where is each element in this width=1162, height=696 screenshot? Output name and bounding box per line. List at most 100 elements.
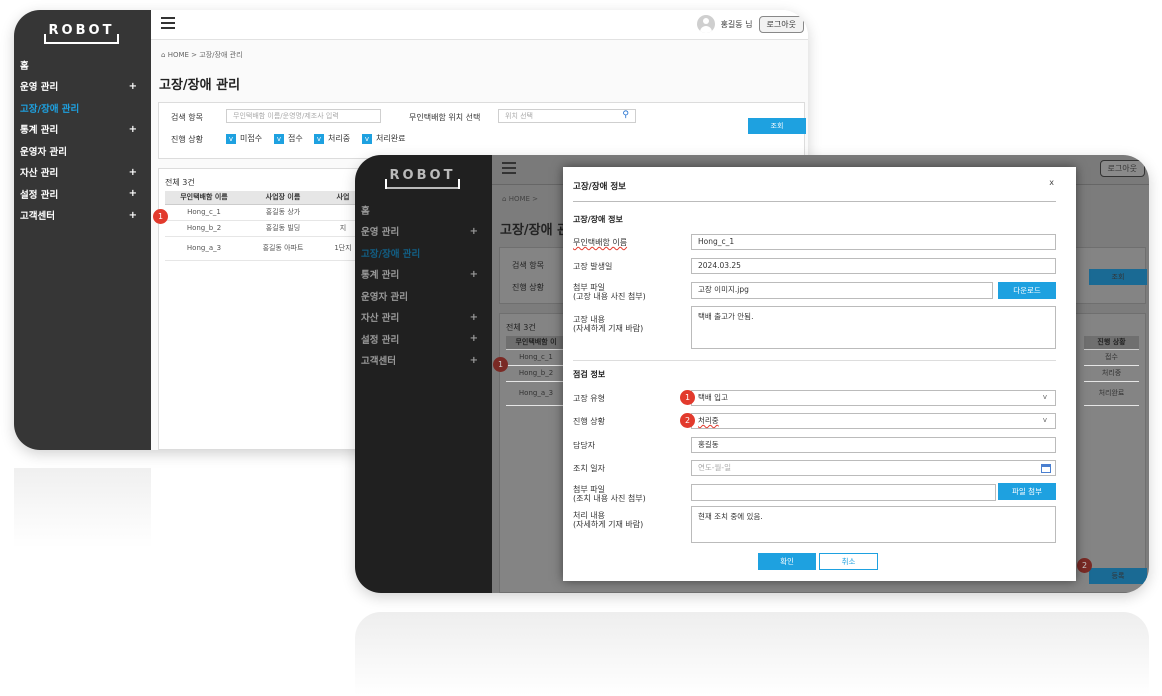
check-completed[interactable]: v 처리완료	[362, 133, 405, 144]
checkbox-checked-icon: v	[314, 133, 324, 144]
action-file-field[interactable]	[691, 484, 996, 501]
logout-button[interactable]: 로그아웃	[1099, 160, 1145, 177]
download-button[interactable]: 다운로드	[998, 282, 1056, 299]
table-row[interactable]: Hong_a_3	[506, 381, 566, 406]
expand-icon: +	[469, 311, 478, 323]
failure-date-field[interactable]: 2024.03.25	[691, 258, 1056, 274]
sidebar-item-assets[interactable]: 자산 관리 +	[361, 307, 486, 329]
sidebar-item-home[interactable]: 홈	[20, 54, 145, 76]
table-row[interactable]: Hong_b_2	[506, 365, 566, 382]
progress-status-value: 처리중	[698, 416, 719, 425]
foreground-screen: ROBOT 홈 운영 관리 + 고장/장애 관리 통계 관리 + 운영자 관리 자산…	[355, 155, 1149, 593]
sidebar-item-operators[interactable]: 운영자 관리	[20, 140, 145, 162]
check-received[interactable]: v 접수	[274, 133, 303, 144]
chevron-down-icon: v	[1042, 393, 1047, 401]
calendar-icon[interactable]	[1041, 464, 1051, 473]
expand-icon: +	[469, 268, 478, 280]
user-name: 홍길동 님	[720, 19, 753, 29]
search-button[interactable]: 조회	[1089, 269, 1147, 285]
hamburger-menu-icon[interactable]	[502, 162, 516, 174]
content-label-line1: 고장 내용	[573, 315, 605, 324]
sidebar-item-support[interactable]: 고객센터 +	[361, 350, 486, 372]
check-label: 처리중	[328, 134, 351, 143]
table-cell: Hong_c_1	[165, 204, 243, 221]
expand-icon: +	[469, 225, 478, 237]
table-row[interactable]: Hong_c_1 홍길동 상가	[165, 204, 363, 221]
total-count: 전체 3건	[506, 323, 536, 332]
check-processing[interactable]: v 처리중	[314, 133, 350, 144]
sidebar-item-statistics[interactable]: 통계 관리 +	[361, 264, 486, 286]
locker-name-field[interactable]: Hong_c_1	[691, 234, 1056, 250]
breadcrumb-home[interactable]: HOME	[509, 195, 530, 203]
sidebar-item-failure[interactable]: 고장/장애 관리	[361, 242, 486, 264]
sidebar-item-operation[interactable]: 운영 관리 +	[361, 221, 486, 243]
table-row[interactable]: Hong_c_1	[506, 349, 566, 366]
status-label: 진행 상황	[573, 417, 605, 426]
breadcrumb-separator: >	[532, 195, 539, 203]
check-not-received[interactable]: v 미접수	[226, 133, 262, 144]
action-content-label: 처리 내용 (자세하게 기재 바람)	[573, 511, 643, 529]
register-button[interactable]: 등록	[1089, 568, 1147, 584]
action-date-field[interactable]: 연도-월-일	[691, 460, 1056, 476]
progress-status-select[interactable]: 처리중 v	[691, 413, 1056, 429]
confirm-button[interactable]: 확인	[758, 553, 816, 570]
breadcrumb: ⌂ HOME > 고장/장애 관리	[161, 50, 243, 60]
sidebar-item-support[interactable]: 고객센터 +	[20, 205, 145, 227]
table-row[interactable]: 접수	[1084, 349, 1139, 366]
close-icon[interactable]: x	[1049, 178, 1054, 187]
search-icon[interactable]: ⚲	[622, 109, 629, 121]
user-avatar-icon	[696, 15, 715, 33]
sidebar-item-failure[interactable]: 고장/장애 관리	[20, 97, 145, 119]
logout-button[interactable]: 로그아웃	[758, 15, 804, 33]
sidebar-item-settings[interactable]: 설정 관리 +	[20, 183, 145, 205]
action-date-placeholder: 연도-월-일	[698, 463, 732, 472]
breadcrumb-home[interactable]: HOME	[168, 51, 189, 59]
failure-type-select[interactable]: 택배 입고 v	[691, 390, 1056, 406]
total-count: 전체 3건	[165, 178, 195, 187]
breadcrumb-current: 고장/장애 관리	[199, 51, 243, 59]
check-label: 처리완료	[376, 134, 406, 143]
cancel-button[interactable]: 취소	[819, 553, 878, 570]
breadcrumb: ⌂ HOME >	[502, 195, 538, 203]
action-date-label: 조치 일자	[573, 464, 605, 473]
action-file-label-line2: (조치 내용 사진 첨부)	[573, 494, 646, 503]
hamburger-menu-icon[interactable]	[161, 17, 175, 29]
failure-content-field[interactable]: 택배 출고가 안됨.	[691, 306, 1056, 349]
table-row[interactable]: 처리완료	[1084, 381, 1139, 406]
column-header: 무인택배함 이름	[165, 191, 243, 205]
failure-type-value: 택배 입고	[698, 393, 728, 402]
step-badge-1: 1	[493, 357, 508, 372]
breadcrumb-separator: >	[191, 51, 198, 59]
sidebar: ROBOT 홈 운영 관리 + 고장/장애 관리 통계 관리 + 운영자 관리 자산…	[355, 155, 492, 593]
sidebar-item-statistics[interactable]: 통계 관리 +	[20, 119, 145, 141]
sidebar-item-assets[interactable]: 자산 관리 +	[20, 162, 145, 184]
date-label: 고장 발생일	[573, 262, 613, 271]
expand-icon: +	[469, 333, 478, 345]
checkbox-checked-icon: v	[226, 133, 236, 144]
sidebar-item-settings[interactable]: 설정 관리 +	[361, 328, 486, 350]
type-label: 고장 유형	[573, 394, 605, 403]
column-header: 사업장 이름	[243, 191, 323, 205]
manager-field[interactable]: 홍길동	[691, 437, 1056, 453]
action-content-field[interactable]: 현재 조치 중에 있음.	[691, 506, 1056, 543]
step-badge-2: 2	[680, 413, 695, 428]
page-title: 고장/장애 관리	[159, 78, 241, 93]
table-row[interactable]: Hong_b_2 홍길동 빌딩 지	[165, 220, 363, 237]
section-title-inspection: 점검 정보	[573, 370, 606, 379]
failure-file-field[interactable]: 고장 이미지.jpg	[691, 282, 993, 299]
sidebar-item-label: 자산 관리	[20, 168, 59, 180]
search-button[interactable]: 조회	[748, 118, 806, 134]
search-item-input[interactable]: 무인택배함 이름/운영명/제조사 입력	[226, 109, 381, 123]
sidebar-item-label: 고장/장애 관리	[361, 248, 421, 260]
sidebar-item-operation[interactable]: 운영 관리 +	[20, 76, 145, 98]
section-title-failure: 고장/장애 정보	[573, 215, 623, 224]
sidebar-item-operators[interactable]: 운영자 관리	[361, 285, 486, 307]
attach-file-button[interactable]: 파일 첨부	[998, 483, 1056, 500]
action-content-label-line2: (자세하게 기재 바람)	[573, 520, 644, 529]
table-row[interactable]: 처리중	[1084, 365, 1139, 382]
table-row[interactable]: Hong_a_3 홍길동 아파트 1단지	[165, 236, 363, 261]
location-select[interactable]: 위치 선택 ⚲	[498, 109, 636, 123]
result-table: 무인택배함 이름 사업장 이름 사업 Hong_c_1 홍길동 상가 Hong_b…	[165, 191, 363, 261]
sidebar-item-home[interactable]: 홈	[361, 199, 486, 221]
expand-icon: +	[128, 80, 137, 92]
